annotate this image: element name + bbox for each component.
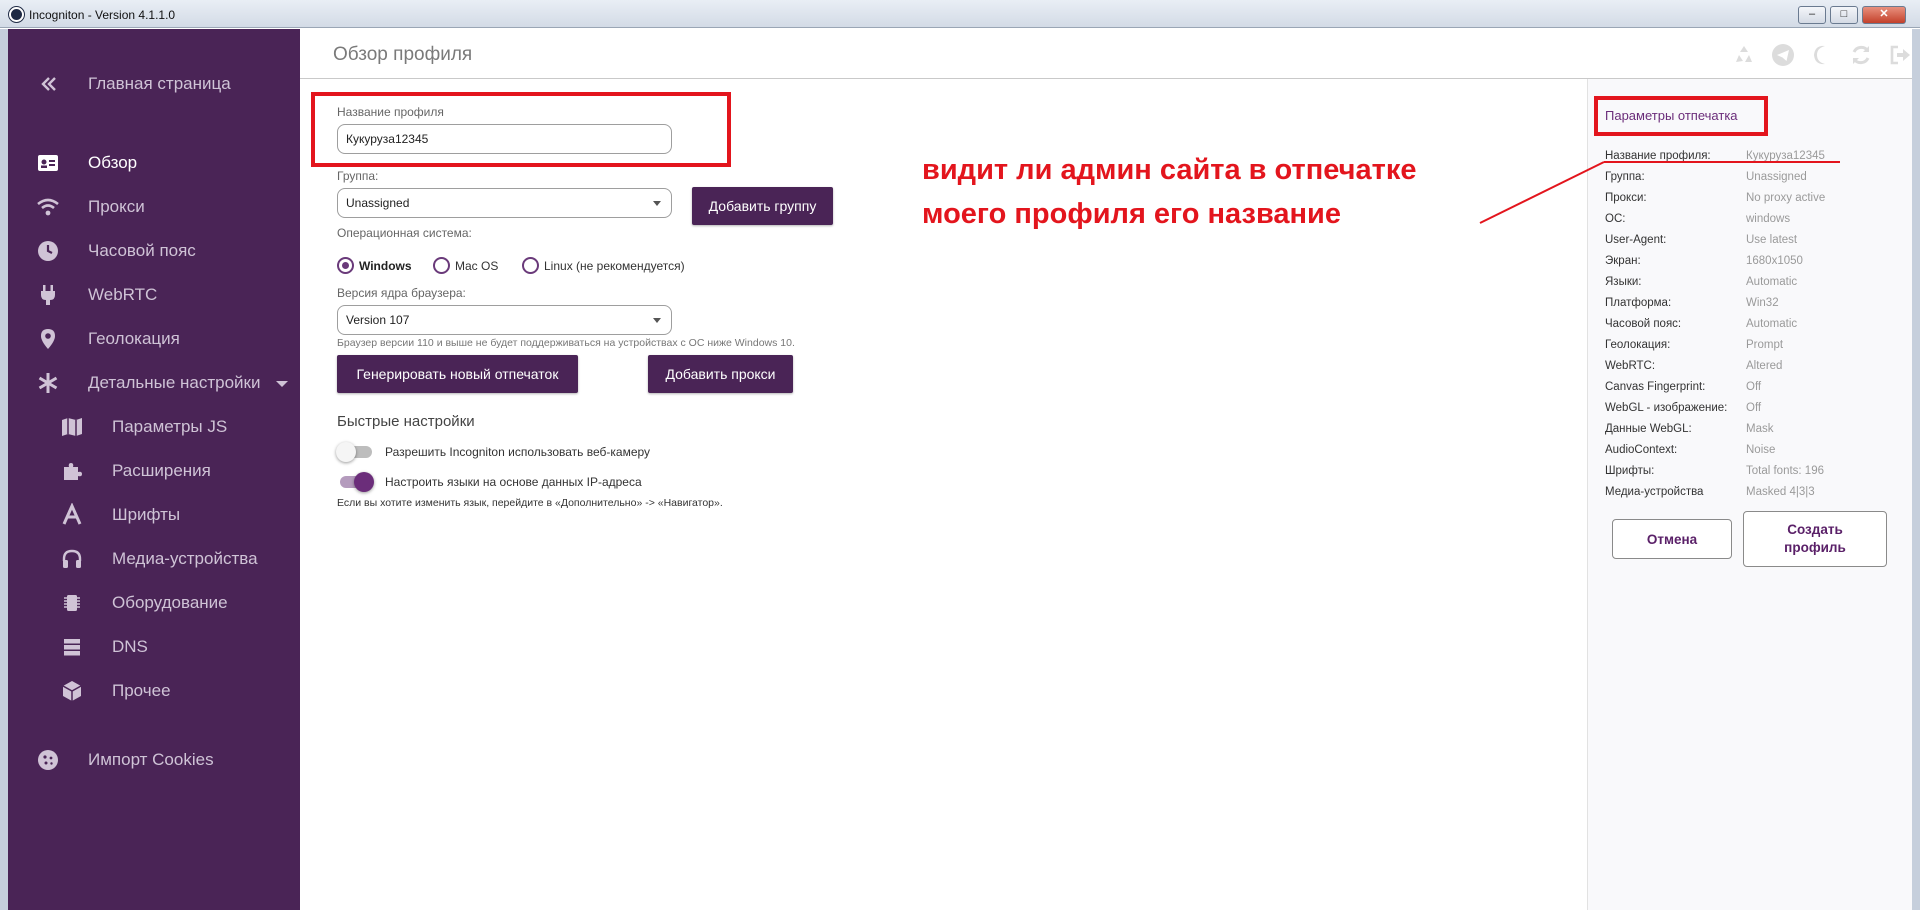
annotation-arrow bbox=[1479, 161, 1840, 224]
